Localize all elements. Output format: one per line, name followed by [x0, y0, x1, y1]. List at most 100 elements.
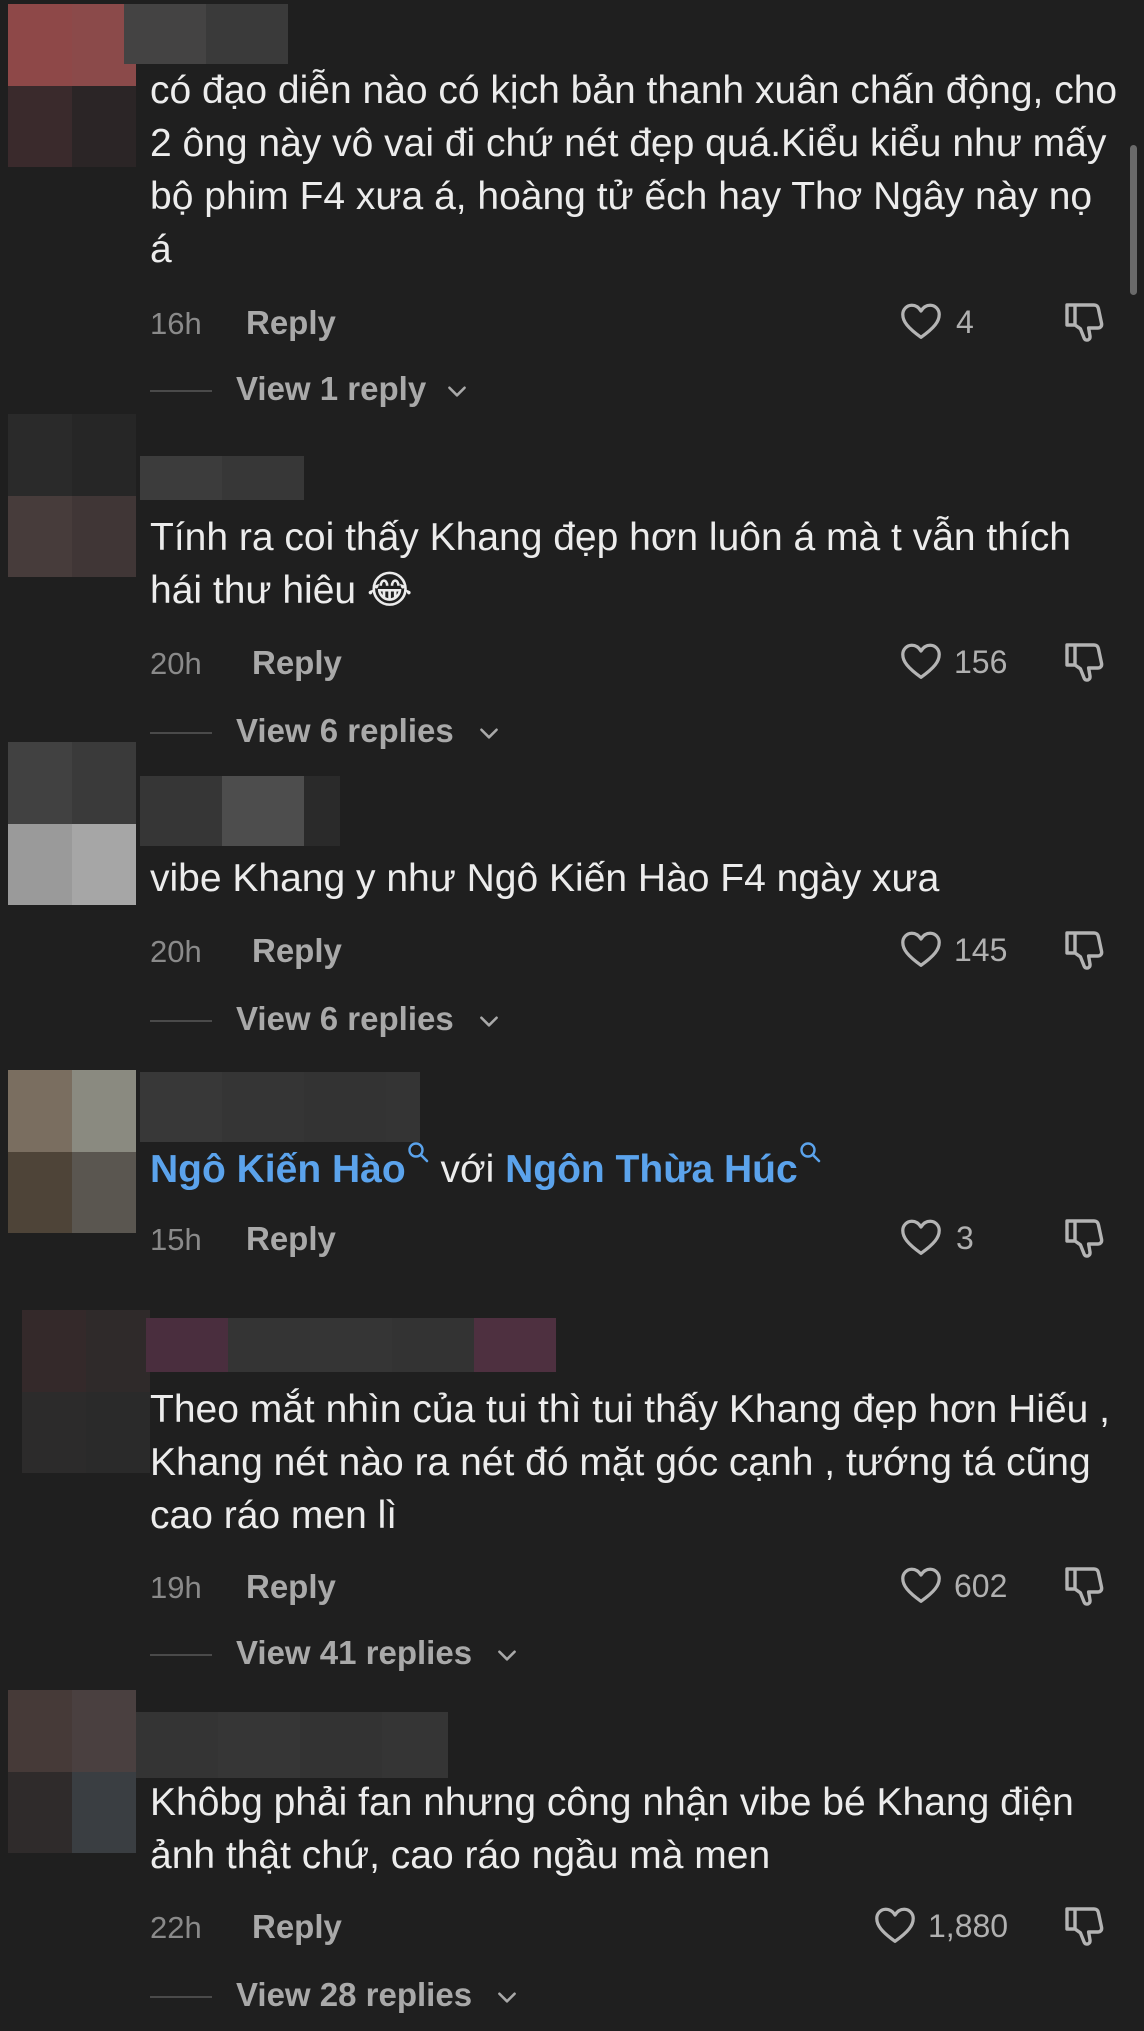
mention-link[interactable]: Ngôn Thừa Húc: [505, 1148, 798, 1191]
thumbs-down-icon: [1065, 1907, 1104, 1946]
username-tile: [304, 776, 340, 846]
avatar[interactable]: [22, 1310, 150, 1473]
divider-line: [150, 732, 212, 734]
like-button[interactable]: 602: [898, 1562, 1028, 1612]
username-tile: [304, 1072, 386, 1142]
username-tile: [218, 1712, 300, 1778]
avatar[interactable]: [8, 1070, 136, 1233]
username-tile: [140, 1072, 222, 1142]
comment-actions: 19h Reply 602: [150, 1562, 1110, 1612]
avatar[interactable]: [8, 4, 136, 167]
username-tile: [124, 4, 206, 64]
username-tile: [222, 456, 304, 500]
comment-text: có đạo diễn nào có kịch bản thanh xuân c…: [150, 69, 1118, 271]
avatar-tile: [8, 1690, 72, 1772]
avatar-tile: [8, 86, 72, 167]
avatar-tile: [72, 1772, 136, 1853]
like-button[interactable]: 4: [898, 298, 988, 348]
view-replies-label: View 1 reply: [236, 370, 427, 407]
comment-actions: 15h Reply 3: [150, 1214, 1110, 1264]
username[interactable]: [146, 1318, 556, 1372]
username-tile: [146, 1318, 228, 1372]
heart-icon: [901, 303, 941, 339]
like-button[interactable]: 1,880: [872, 1902, 1032, 1952]
comment-text: Theo mắt nhìn của tui thì tui thấy Khang…: [150, 1388, 1111, 1537]
comment-text: Tính ra coi thấy Khang đẹp hơn luôn á mà…: [150, 516, 1071, 612]
view-replies-label: View 6 replies: [236, 712, 454, 749]
dislike-button[interactable]: [1060, 1214, 1110, 1264]
comment-time: 19h: [150, 1570, 202, 1605]
chevron-down-icon: [480, 728, 498, 739]
username-tile: [136, 1712, 218, 1778]
reply-button[interactable]: Reply: [252, 932, 342, 970]
reply-button[interactable]: Reply: [252, 1908, 342, 1946]
dislike-button[interactable]: [1060, 1902, 1110, 1952]
avatar-tile: [8, 1152, 72, 1233]
username-tile: [222, 776, 304, 846]
username-tile: [222, 1072, 304, 1142]
comment-text: vibe Khang y như Ngô Kiến Hào F4 ngày xư…: [150, 857, 940, 900]
avatar-tile: [72, 1152, 136, 1233]
view-replies-label: View 28 replies: [236, 1976, 473, 2013]
avatar-tile: [72, 86, 136, 167]
reply-button[interactable]: Reply: [246, 1568, 336, 1606]
view-replies-button[interactable]: View 6 replies: [150, 998, 530, 1042]
thumbs-down-icon: [1065, 643, 1104, 682]
connector-text: với: [429, 1148, 506, 1191]
avatar-tile: [22, 1310, 86, 1392]
reply-button[interactable]: Reply: [246, 304, 336, 342]
comment-time: 22h: [150, 1910, 202, 1945]
mention-link[interactable]: Ngô Kiến Hào: [150, 1148, 406, 1191]
chevron-down-icon: [480, 1016, 498, 1027]
avatar-tile: [8, 496, 72, 577]
view-replies-button[interactable]: View 41 replies: [150, 1632, 550, 1676]
chevron-down-icon: [448, 386, 466, 397]
like-count: 1,880: [928, 1908, 1009, 1944]
reply-button[interactable]: Reply: [252, 644, 342, 682]
divider-line: [150, 1654, 212, 1656]
avatar[interactable]: [8, 742, 136, 905]
like-count: 145: [954, 932, 1008, 968]
username-tile: [206, 4, 288, 64]
username[interactable]: [124, 4, 288, 64]
like-count: 602: [954, 1568, 1008, 1604]
heart-icon: [875, 1907, 915, 1943]
view-replies-button[interactable]: View 28 replies: [150, 1974, 550, 2018]
comment-time: 20h: [150, 646, 202, 681]
view-replies-label: View 41 replies: [236, 1634, 473, 1671]
dislike-button[interactable]: [1060, 298, 1110, 348]
dislike-button[interactable]: [1060, 926, 1110, 976]
comment-time: 15h: [150, 1222, 202, 1257]
like-button[interactable]: 3: [898, 1214, 988, 1264]
view-replies-button[interactable]: View 6 replies: [150, 710, 530, 754]
comment-time: 16h: [150, 306, 202, 341]
view-replies-button[interactable]: View 1 reply: [150, 368, 510, 412]
username[interactable]: [136, 1712, 448, 1778]
avatar-tile: [72, 742, 136, 824]
dislike-button[interactable]: [1060, 638, 1110, 688]
dislike-button[interactable]: [1060, 1562, 1110, 1612]
avatar-tile: [22, 1392, 86, 1473]
heart-icon: [901, 1219, 941, 1255]
comment-actions: 22h Reply 1,880: [150, 1902, 1110, 1952]
username[interactable]: [140, 776, 340, 846]
thumbs-down-icon: [1065, 1567, 1104, 1606]
avatar[interactable]: [8, 414, 136, 577]
avatar-tile: [72, 1690, 136, 1772]
scrollbar[interactable]: [1130, 145, 1137, 295]
heart-icon: [901, 931, 941, 967]
avatar[interactable]: [8, 1690, 136, 1853]
reply-button[interactable]: Reply: [246, 1220, 336, 1258]
username[interactable]: [140, 456, 304, 500]
avatar-tile: [72, 496, 136, 577]
like-count: 4: [956, 304, 974, 340]
like-button[interactable]: 156: [898, 638, 1028, 688]
comment-actions: 16h Reply 4: [150, 298, 1110, 348]
thumbs-down-icon: [1065, 1219, 1104, 1258]
like-button[interactable]: 145: [898, 926, 1028, 976]
username-tile: [140, 456, 222, 500]
avatar-tile: [72, 1070, 136, 1152]
heart-icon: [901, 643, 941, 679]
username-tile: [140, 776, 222, 846]
username[interactable]: [140, 1072, 420, 1142]
